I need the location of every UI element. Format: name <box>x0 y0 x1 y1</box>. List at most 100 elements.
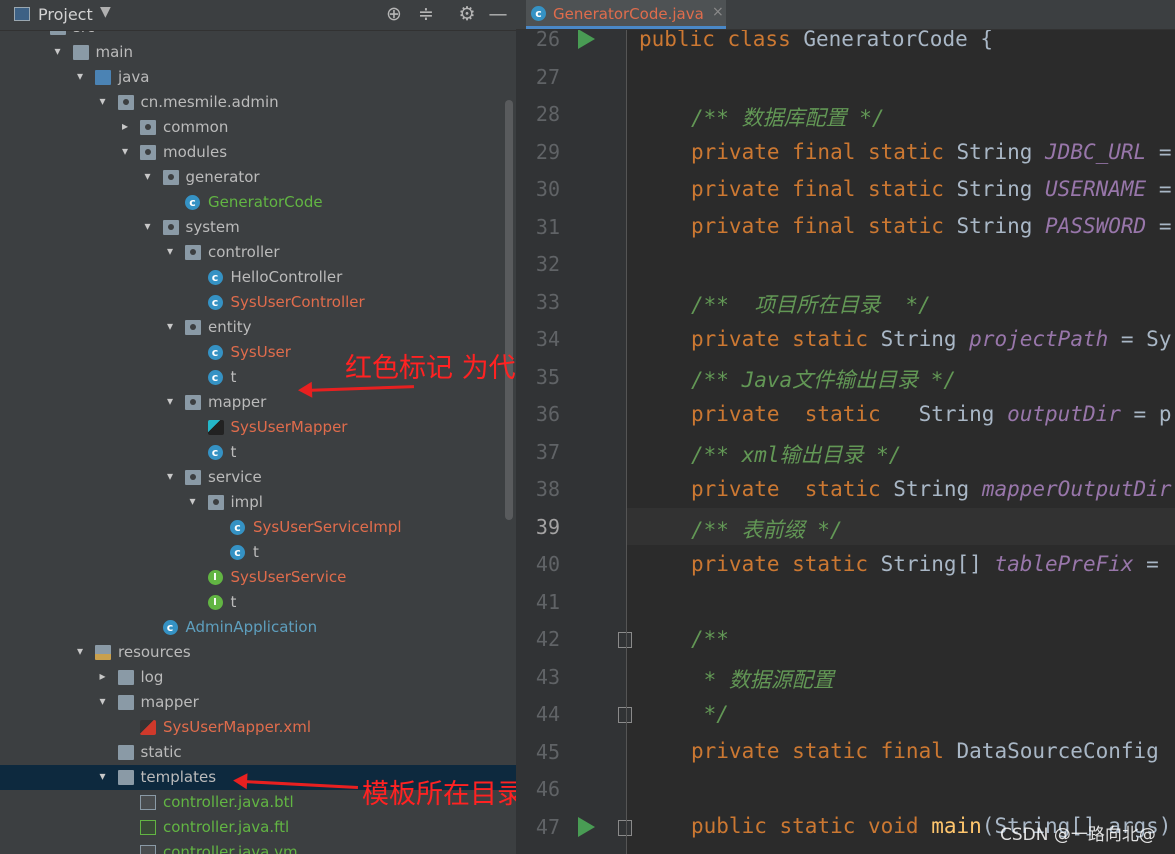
tree-item-label: static <box>140 743 182 761</box>
tree-item[interactable]: c HelloController <box>0 265 516 290</box>
chevron-down-icon[interactable]: ▾ <box>164 319 176 333</box>
tree-item[interactable]: ▾ system <box>0 215 516 240</box>
class-icon: c <box>207 370 223 385</box>
method-name: main <box>931 814 982 838</box>
code-line-33[interactable]: /** 项目所在目录 */ <box>691 289 931 319</box>
code-line-29[interactable]: private final static String JDBC_URL = <box>691 140 1171 164</box>
chevron-down-icon[interactable]: ▾ <box>187 494 199 508</box>
tree-item[interactable]: static <box>0 740 516 765</box>
run-icon[interactable] <box>578 816 595 837</box>
code-editor[interactable]: 26 27 28 29 30 31 32 33 34 35 36 37 38 39 40 41 42 43 44 45… <box>516 0 1175 854</box>
fold-icon[interactable] <box>618 632 632 648</box>
fold-icon[interactable] <box>618 819 632 836</box>
code-line-42[interactable]: /** <box>691 627 729 651</box>
code-line-43[interactable]: * 数据源配置 <box>691 664 834 694</box>
chevron-down-icon[interactable]: ▾ <box>164 394 176 408</box>
keyword: public static void <box>691 814 932 838</box>
tree-item[interactable]: ▾ resources <box>0 640 516 665</box>
code-line-34[interactable]: private static String projectPath = Sy <box>691 327 1171 351</box>
chevron-down-icon[interactable]: ▾ <box>52 44 64 58</box>
tree-item[interactable]: c SysUserServiceImpl <box>0 515 516 540</box>
code-line-36[interactable]: private static String outputDir = p <box>691 402 1171 426</box>
tree-item[interactable]: ▾ main <box>0 40 516 65</box>
package-icon <box>185 470 201 485</box>
tree-item[interactable]: ▸ log <box>0 665 516 690</box>
tree-item[interactable]: c SysUserController <box>0 290 516 315</box>
tree-item[interactable]: I SysUserService <box>0 565 516 590</box>
runnable-class-icon: c <box>185 195 200 210</box>
code-line-39[interactable]: /** 表前缀 */ <box>691 514 843 544</box>
tree-item[interactable]: ▾ java <box>0 65 516 90</box>
tree-item[interactable]: controller.java.ftl <box>0 815 516 840</box>
chevron-down-icon[interactable]: ▾ <box>97 769 109 783</box>
close-icon[interactable]: × <box>712 4 724 20</box>
code-line-38[interactable]: private static String mapperOutputDir <box>691 477 1171 501</box>
tree-item-label: generator <box>185 168 260 186</box>
tree-item[interactable]: ct <box>0 540 516 565</box>
tree-item[interactable]: ▾ cn.mesmile.admin <box>0 90 516 115</box>
tree-scrollbar[interactable] <box>505 100 513 520</box>
tree-item[interactable]: ▸ common <box>0 115 516 140</box>
field: outputDir <box>1007 402 1121 426</box>
chevron-down-icon[interactable]: ▾ <box>164 469 176 483</box>
code-line-40[interactable]: private static String[] tablePreFix = <box>691 552 1159 576</box>
file-icon <box>140 795 156 810</box>
code-line-35[interactable]: /** Java文件输出目录 */ <box>691 364 956 394</box>
annotation-templates: 模板所在目录 <box>362 779 516 810</box>
fold-icon[interactable] <box>618 707 632 723</box>
tree-item[interactable]: c GeneratorCode <box>0 190 516 215</box>
tree-item-label: cn.mesmile.admin <box>140 93 279 111</box>
line-number: 41 <box>535 589 560 614</box>
tree-item[interactable]: ▾ entity <box>0 315 516 340</box>
chevron-down-icon[interactable]: ▾ <box>142 219 154 233</box>
tree-item[interactable]: It <box>0 590 516 615</box>
watermark: CSDN @一路向北@ <box>1000 825 1156 845</box>
line-number: 36 <box>535 402 560 426</box>
tab-generatorcode[interactable]: c GeneratorCode.java × <box>526 0 726 29</box>
project-panel: ▾src▾main▾java▾cn.mesmile.admin▸common▾m… <box>0 0 516 854</box>
tree-item[interactable]: ▾ mapper <box>0 390 516 415</box>
code-line-26[interactable]: public class GeneratorCode { <box>639 27 993 51</box>
code-line-31[interactable]: private final static String PASSWORD = <box>691 214 1171 238</box>
code-text: = p <box>1120 402 1172 426</box>
tree-item[interactable]: c AdminApplication <box>0 615 516 640</box>
line-number: 30 <box>535 177 560 201</box>
chevron-right-icon[interactable]: ▸ <box>97 669 109 683</box>
tree-item[interactable]: ▾ modules <box>0 140 516 165</box>
tree-item[interactable]: ▾ service <box>0 465 516 490</box>
spring-boot-class-icon: c <box>162 620 178 635</box>
field: USERNAME <box>1045 177 1147 201</box>
chevron-down-icon[interactable]: ▾ <box>74 69 86 83</box>
package-icon <box>117 95 134 110</box>
project-panel-title[interactable]: Project <box>38 5 93 24</box>
locate-icon[interactable]: ⊕ <box>383 3 405 25</box>
hide-panel-icon[interactable]: — <box>487 3 509 25</box>
collapse-all-icon[interactable]: ≑ <box>415 3 437 25</box>
gear-icon[interactable]: ⚙ <box>456 3 478 25</box>
code-line-37[interactable]: /** xml输出目录 */ <box>691 439 901 469</box>
chevron-right-icon[interactable]: ▸ <box>119 119 131 133</box>
tree-item[interactable]: ct <box>0 440 516 465</box>
chevron-down-icon[interactable]: ▾ <box>97 694 109 708</box>
chevron-down-icon[interactable]: ▾ <box>119 144 131 158</box>
folder-icon <box>117 745 134 760</box>
code-line-28[interactable]: /** 数据库配置 */ <box>691 102 885 132</box>
code-line-44[interactable]: */ <box>691 702 729 726</box>
run-icon[interactable] <box>578 29 595 49</box>
tree-item[interactable]: ▾ mapper <box>0 690 516 715</box>
code-line-45[interactable]: private static final DataSourceConfig <box>691 739 1159 763</box>
chevron-down-icon[interactable]: ▼ <box>100 4 111 20</box>
tree-item[interactable]: ▾ impl <box>0 490 516 515</box>
chevron-down-icon[interactable]: ▾ <box>142 169 154 183</box>
tree-item[interactable]: SysUserMapper.xml <box>0 715 516 740</box>
interface-icon: I <box>207 595 223 610</box>
chevron-down-icon[interactable]: ▾ <box>164 244 176 258</box>
tree-item[interactable]: controller.java.vm <box>0 840 516 854</box>
tree-item[interactable]: ▾ controller <box>0 240 516 265</box>
code-line-30[interactable]: private final static String USERNAME = <box>691 177 1171 201</box>
tree-item[interactable]: SysUserMapper <box>0 415 516 440</box>
chevron-down-icon[interactable]: ▾ <box>97 94 109 108</box>
line-number: 32 <box>535 252 560 276</box>
chevron-down-icon[interactable]: ▾ <box>74 644 86 658</box>
tree-item[interactable]: ▾ generator <box>0 165 516 190</box>
